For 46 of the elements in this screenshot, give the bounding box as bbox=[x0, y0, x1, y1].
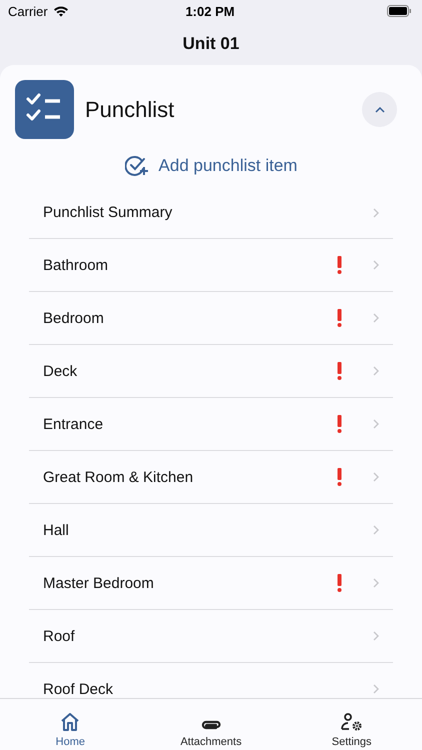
chevron-right-icon bbox=[373, 578, 379, 588]
tab[interactable]: Attachments bbox=[140, 699, 282, 750]
room-name: Punchlist Summary bbox=[43, 204, 174, 221]
chevron-right-icon bbox=[373, 472, 379, 482]
chevron-icon bbox=[374, 106, 384, 112]
screen-title: Unit 01 bbox=[182, 34, 240, 54]
chevron-right-icon bbox=[373, 631, 379, 641]
home-icon bbox=[60, 713, 80, 731]
chevron-right-icon bbox=[373, 684, 379, 694]
tab[interactable]: Home bbox=[0, 699, 141, 750]
tab[interactable]: Settings bbox=[281, 699, 422, 750]
room-name: Entrance bbox=[43, 416, 104, 432]
room-name: Master Bedroom bbox=[43, 574, 155, 592]
chevron-right-icon bbox=[373, 313, 379, 323]
room-name: Roof Deck bbox=[43, 680, 114, 698]
room-row[interactable]: Great Room & Kitchen bbox=[29, 451, 393, 504]
room-name: Bedroom bbox=[43, 310, 105, 326]
room-name: Great Room & Kitchen bbox=[43, 468, 194, 486]
add-check-icon bbox=[124, 155, 149, 177]
carrier-label: Carrier bbox=[8, 4, 48, 18]
room-name: Hall bbox=[43, 522, 70, 538]
room-name: Roof bbox=[43, 628, 76, 644]
chevron-right-icon bbox=[373, 366, 379, 376]
battery-icon bbox=[387, 5, 412, 17]
room-name: Bathroom bbox=[43, 256, 110, 274]
chevron-right-icon bbox=[373, 525, 379, 535]
room-row[interactable]: Deck bbox=[29, 345, 393, 398]
room-row[interactable]: Hall bbox=[29, 504, 393, 557]
room-row[interactable]: Master Bedroom bbox=[29, 557, 393, 610]
room-row[interactable]: Bedroom bbox=[29, 292, 393, 345]
collapse-button[interactable] bbox=[362, 92, 397, 127]
paperclip-icon bbox=[200, 719, 222, 731]
chevron-right-icon bbox=[373, 260, 379, 270]
room-row[interactable]: Bathroom bbox=[29, 239, 393, 292]
room-row[interactable]: Punchlist Summary bbox=[29, 187, 393, 239]
wifi-icon bbox=[52, 5, 69, 17]
section-title: Punchlist bbox=[85, 96, 176, 122]
checklist-icon bbox=[15, 80, 74, 139]
room-row[interactable]: Entrance bbox=[29, 398, 393, 451]
chevron-right-icon bbox=[373, 208, 379, 218]
chevron-right-icon bbox=[373, 419, 379, 429]
user-gear-icon bbox=[340, 713, 363, 731]
room-name: Deck bbox=[43, 362, 78, 380]
add-item-button[interactable]: Add punchlist item bbox=[124, 155, 298, 177]
room-row[interactable]: Roof bbox=[29, 610, 393, 663]
clock: 1:02 PM bbox=[184, 4, 236, 18]
